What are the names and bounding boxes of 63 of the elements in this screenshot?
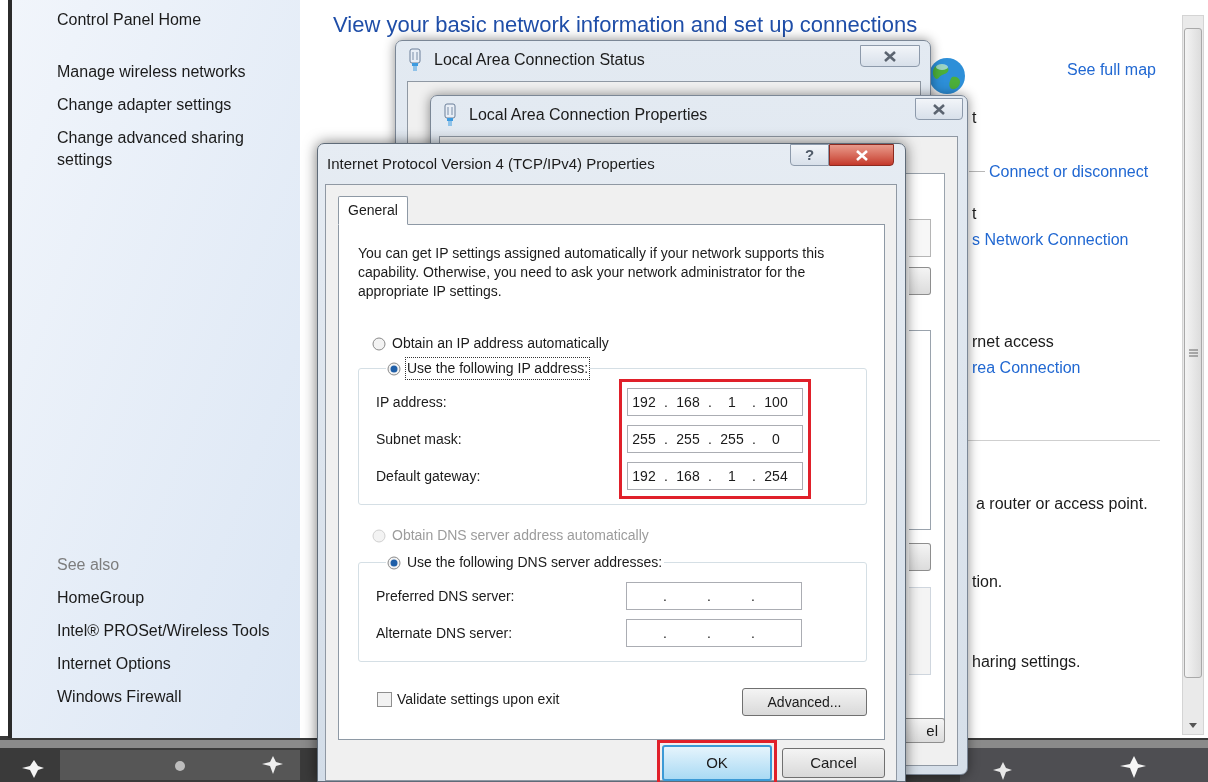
close-button[interactable] [860,45,920,67]
cancel-button[interactable]: el [905,718,945,743]
radio-icon [372,528,386,543]
network-plug-icon [443,103,457,127]
globe-icon [928,57,966,95]
button[interactable] [909,267,931,295]
radio-icon [387,555,401,570]
close-button[interactable] [829,144,894,166]
ip-address-field[interactable]: 192 . 168 . 1 . 254 [627,462,803,490]
sidebar-link[interactable]: HomeGroup [57,587,280,609]
text: rnet access [972,332,1054,352]
close-icon [883,50,897,62]
text: tion. [972,572,1003,592]
scroll-thumb[interactable] [1184,28,1202,678]
ip-address-field[interactable]: . . . [626,582,802,610]
sidebar-link[interactable]: Change adapter settings [57,94,267,116]
ip-address-field[interactable]: 255 . 255 . 255 . 0 [627,425,803,453]
field-label: Alternate DNS server: [376,624,514,643]
page-heading: View your basic network information and set up connections [333,12,918,38]
sidebar-link[interactable]: Intel® PROSet/Wireless Tools [57,620,280,642]
sidebar-link[interactable]: Windows Firewall [57,686,280,708]
close-icon [932,103,946,115]
dialog-title: Internet Protocol Version 4 (TCP/IPv4) Properties [327,153,655,174]
field-label: IP address: [376,393,448,412]
field-label: Default gateway: [376,467,481,486]
scroll-down-arrow-icon[interactable] [1189,723,1197,728]
link[interactable]: s Network Connection [972,228,1129,252]
link[interactable]: See full map [1067,58,1156,82]
sidebar-link[interactable]: Change advanced sharing settings [57,127,267,171]
description-text: You can get IP settings assigned automatically if your network supports this capability. Otherwise, you need to ask your network administrator for the appropriate IP settings. [358,244,826,301]
text: haring settings. [972,652,1081,672]
text: t [972,108,977,128]
radio-icon [387,361,401,376]
text: t [972,204,977,224]
advanced-button[interactable]: Advanced... [742,688,867,716]
button[interactable] [909,543,931,571]
tab[interactable]: General [338,196,408,225]
field-label: Preferred DNS server: [376,587,515,606]
radio-button[interactable]: Use the following DNS server addresses: [387,552,664,573]
checkbox-icon [377,691,392,707]
ok-button[interactable]: OK [662,745,772,781]
grip-icon [1188,349,1198,357]
field-label: Subnet mask: [376,430,463,449]
sidebar-link[interactable]: Manage wireless networks [57,61,267,83]
close-button[interactable] [915,98,963,120]
close-icon [854,149,869,161]
window-title: Local Area Connection Status [434,50,645,70]
sidebar-link[interactable]: Internet Options [57,653,280,675]
ip-address-field[interactable]: 192 . 168 . 1 . 100 [627,388,803,416]
network-plug-icon [408,48,422,72]
sidebar-link[interactable]: Control Panel Home [57,10,280,30]
checkbox[interactable]: Validate settings upon exit [377,688,560,710]
section-heading: See also [57,555,121,575]
radio-button[interactable]: Obtain an IP address automatically [372,333,867,354]
link[interactable]: rea Connection [972,356,1081,380]
ip-address-field[interactable]: . . . [626,619,802,647]
link[interactable]: Connect or disconnect [989,160,1149,184]
radio-icon [372,336,386,351]
radio-button[interactable]: Use the following IP address: [387,358,590,379]
help-button[interactable]: ? [790,144,829,166]
window-title: Local Area Connection Properties [469,105,708,125]
cancel-button[interactable]: Cancel [782,748,885,778]
text: a router or access point. [976,494,1148,514]
